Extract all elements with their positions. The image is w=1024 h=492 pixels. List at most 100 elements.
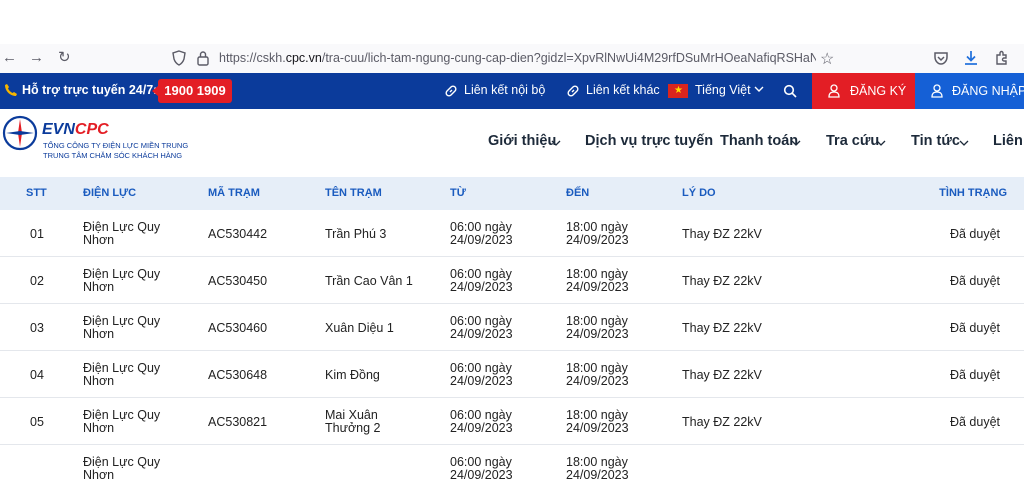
cell-tu: 06:00 ngày 24/09/2023 [450, 408, 513, 435]
login-button[interactable]: ĐĂNG NHẬP [915, 73, 1024, 109]
brand-evn: EVN [42, 121, 75, 138]
site-header: EVNCPC TỔNG CÔNG TY ĐIỆN LỰC MIỀN TRUNG … [0, 109, 1024, 177]
cell-stt: 05 [30, 415, 44, 429]
cell-ly-do: Thay ĐZ 22kV [682, 274, 762, 288]
table-row: 05 Điện Lực Quy Nhơn AC530821 Mai Xuân T… [0, 398, 1024, 445]
header-den: ĐẾN [566, 187, 590, 199]
cell-ten-tram: Xuân Diệu 1 [325, 321, 394, 335]
brand-subtitle-2: TRUNG TÂM CHĂM SÓC KHÁCH HÀNG [43, 151, 183, 160]
cell-tu: 06:00 ngày 24/09/2023 [450, 314, 513, 341]
header-dien-luc: ĐIỆN LỰC [83, 187, 137, 199]
cell-tinh-trang: Đã duyệt [949, 368, 1000, 382]
download-icon[interactable] [962, 49, 980, 67]
url-path: /tra-cuu/lich-tam-ngung-cung-cap-dien?gi… [321, 51, 816, 65]
chevron-down-icon [959, 140, 969, 146]
cell-stt: 03 [30, 321, 44, 335]
search-icon[interactable] [783, 84, 797, 98]
lock-icon[interactable] [196, 50, 210, 66]
language-selector[interactable]: Tiếng Việt [695, 83, 751, 97]
cell-den: 18:00 ngày 24/09/2023 [566, 408, 629, 435]
header-ly-do: LÝ DO [682, 187, 716, 199]
cell-tinh-trang: Đã duyệt [949, 274, 1000, 288]
login-label: ĐĂNG NHẬP [952, 84, 1024, 98]
cell-tu: 06:00 ngày 24/09/2023 [450, 267, 513, 294]
header-tinh-trang: TÌNH TRẠNG [939, 187, 1007, 199]
evn-logo-icon[interactable] [2, 115, 38, 151]
other-links-link[interactable]: Liên kết khác [586, 83, 660, 97]
tracking-shield-icon[interactable] [172, 50, 186, 66]
cell-tinh-trang: Đã duyệt [949, 415, 1000, 429]
register-button[interactable]: ĐĂNG KÝ [812, 73, 915, 109]
cell-den: 18:00 ngày 24/09/2023 [566, 267, 629, 294]
extensions-icon[interactable] [993, 49, 1011, 67]
table-row: 01 Điện Lực Quy Nhơn AC530442 Trần Phú 3… [0, 210, 1024, 257]
cell-dien-luc: Điện Lực Quy Nhơn [83, 314, 161, 341]
cell-stt: 04 [30, 368, 44, 382]
user-icon [828, 84, 840, 98]
url-prefix: https://cskh. [219, 51, 286, 65]
internal-links-link[interactable]: Liên kết nội bộ [464, 83, 545, 97]
chevron-down-icon [791, 140, 801, 146]
address-bar[interactable]: https://cskh.cpc.vn/tra-cuu/lich-tam-ngu… [219, 51, 816, 65]
cell-den: 18:00 ngày 24/09/2023 [566, 314, 629, 341]
cell-ly-do: Thay ĐZ 22kV [682, 368, 762, 382]
cell-stt: 02 [30, 274, 44, 288]
menu-contact[interactable]: Liên h [993, 133, 1024, 149]
cell-dien-luc: Điện Lực Quy Nhơn [83, 455, 161, 482]
user-icon [931, 84, 943, 98]
table-row: 02 Điện Lực Quy Nhơn AC530450 Trần Cao V… [0, 257, 1024, 304]
brand-cpc: CPC [74, 121, 109, 138]
menu-payment[interactable]: Thanh toán [720, 133, 798, 149]
cell-ma-tram: AC530648 [208, 368, 268, 382]
phone-icon [5, 84, 17, 96]
cell-ten-tram: Trần Phú 3 [325, 227, 387, 241]
table-header: STT ĐIỆN LỰC MÃ TRẠM TÊN TRẠM TỪ ĐẾN LÝ … [0, 177, 1024, 210]
bookmark-star-icon[interactable]: ☆ [820, 49, 834, 69]
cell-ma-tram: AC530821 [208, 415, 268, 429]
table-row: 04 Điện Lực Quy Nhơn AC530648 Kim Đồng 0… [0, 351, 1024, 398]
reload-icon[interactable]: ↻ [58, 50, 71, 66]
cell-ten-tram: Mai Xuân Thưởng 2 [325, 408, 381, 435]
menu-intro[interactable]: Giới thiệu [488, 133, 556, 149]
back-icon[interactable]: ← [2, 50, 17, 66]
cell-dien-luc: Điện Lực Quy Nhơn [83, 361, 161, 388]
cell-tu: 06:00 ngày 24/09/2023 [450, 455, 513, 482]
chevron-down-icon [754, 86, 764, 92]
chevron-down-icon [551, 140, 561, 146]
menu-lookup[interactable]: Tra cứu [826, 133, 879, 149]
brand-name[interactable]: EVNCPC [42, 121, 109, 139]
chevron-down-icon [876, 140, 886, 146]
cell-ma-tram: AC530450 [208, 274, 268, 288]
cell-ma-tram: AC530460 [208, 321, 268, 335]
cell-den: 18:00 ngày 24/09/2023 [566, 455, 629, 482]
cell-dien-luc: Điện Lực Quy Nhơn [83, 220, 161, 247]
browser-toolbar: ← → ↻ https://cskh.cpc.vn/tra-cuu/lich-t… [0, 44, 1024, 73]
cell-ly-do: Thay ĐZ 22kV [682, 321, 762, 335]
cell-ma-tram: AC530442 [208, 227, 268, 241]
hotline-badge[interactable]: 1900 1909 [152, 79, 232, 103]
support-label: Hỗ trợ trực tuyến 24/7: [22, 83, 158, 97]
cell-den: 18:00 ngày 24/09/2023 [566, 361, 629, 388]
cell-tu: 06:00 ngày 24/09/2023 [450, 220, 513, 247]
top-info-bar: Hỗ trợ trực tuyến 24/7: 1900 1909 Liên k… [0, 73, 1024, 109]
menu-online-services[interactable]: Dịch vụ trực tuyến [585, 133, 713, 149]
cell-stt: 01 [30, 227, 44, 241]
header-ma-tram: MÃ TRẠM [208, 187, 260, 199]
cell-ly-do: Thay ĐZ 22kV [682, 227, 762, 241]
menu-news[interactable]: Tin tức [911, 133, 960, 149]
cell-tu: 06:00 ngày 24/09/2023 [450, 361, 513, 388]
cell-tinh-trang: Đã duyệt [949, 227, 1000, 241]
forward-icon[interactable]: → [29, 50, 44, 66]
cell-dien-luc: Điện Lực Quy Nhơn [83, 408, 161, 435]
link-icon [445, 85, 457, 97]
cell-ten-tram: Trần Cao Vân 1 [325, 274, 413, 288]
pocket-icon[interactable] [932, 49, 950, 67]
cell-tinh-trang: Đã duyệt [949, 321, 1000, 335]
vietnam-flag-icon: ★ [668, 84, 688, 98]
cell-ly-do: Thay ĐZ 22kV [682, 415, 762, 429]
outage-schedule-table: STT ĐIỆN LỰC MÃ TRẠM TÊN TRẠM TỪ ĐẾN LÝ … [0, 177, 1024, 492]
cell-den: 18:00 ngày 24/09/2023 [566, 220, 629, 247]
brand-subtitle-1: TỔNG CÔNG TY ĐIỆN LỰC MIỀN TRUNG [43, 141, 189, 150]
header-stt: STT [26, 187, 47, 199]
cell-dien-luc: Điện Lực Quy Nhơn [83, 267, 161, 294]
